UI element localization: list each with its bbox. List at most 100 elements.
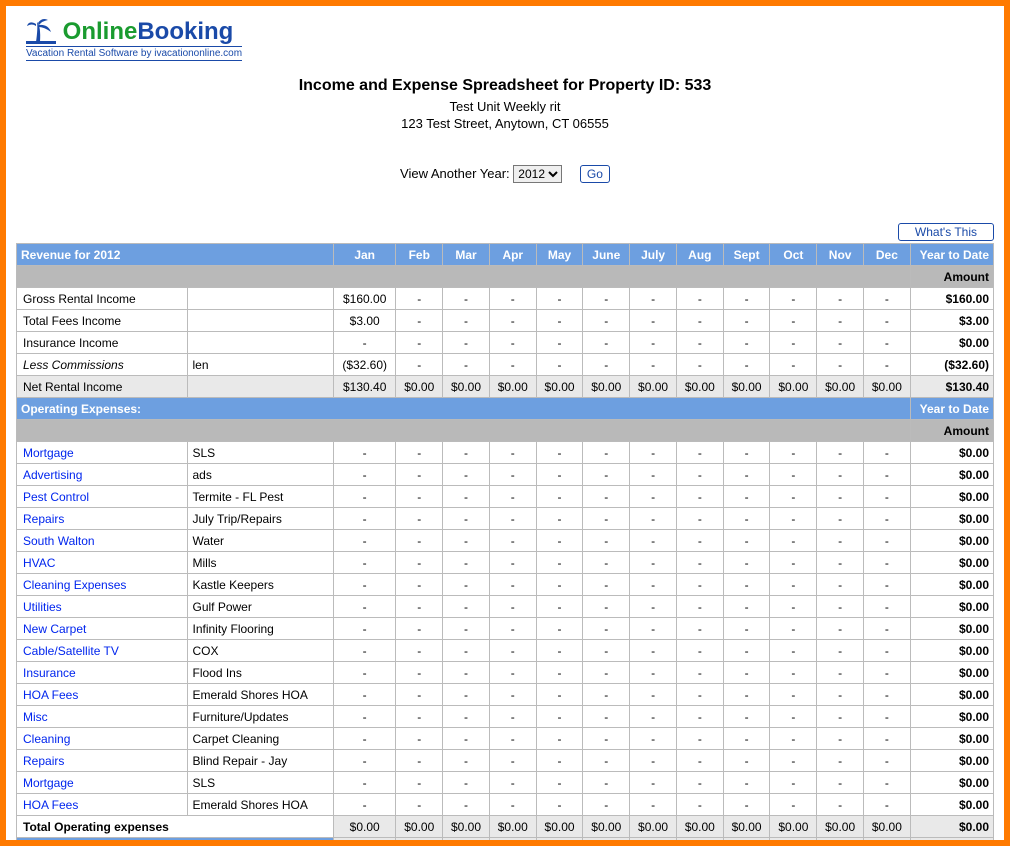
month-header: Nov bbox=[817, 244, 864, 266]
cell: $0.00 bbox=[630, 376, 677, 398]
expense-row-label[interactable]: Cleaning Expenses bbox=[17, 574, 188, 596]
cell: - bbox=[583, 332, 630, 354]
expense-row-label[interactable]: Mortgage bbox=[17, 442, 188, 464]
cell: - bbox=[676, 508, 723, 530]
cell: - bbox=[723, 552, 770, 574]
expense-row-label[interactable]: Cleaning bbox=[17, 728, 188, 750]
ytd-cell: $0.00 bbox=[910, 596, 993, 618]
cell: - bbox=[443, 618, 490, 640]
cell: - bbox=[536, 706, 583, 728]
ytd-cell: $0.00 bbox=[910, 442, 993, 464]
cell: - bbox=[770, 288, 817, 310]
expense-row: MortgageSLS------------$0.00 bbox=[17, 442, 994, 464]
expense-row-label[interactable]: South Walton bbox=[17, 530, 188, 552]
expense-row: Pest ControlTermite - FL Pest-----------… bbox=[17, 486, 994, 508]
logo-text-online: Online bbox=[63, 18, 138, 45]
cell: - bbox=[676, 486, 723, 508]
cell: - bbox=[583, 464, 630, 486]
cell: - bbox=[723, 772, 770, 794]
cell: - bbox=[676, 772, 723, 794]
month-header: Dec bbox=[864, 244, 911, 266]
cell: - bbox=[489, 640, 536, 662]
cell: $0.00 bbox=[630, 816, 677, 838]
month-header: Feb bbox=[396, 244, 443, 266]
expense-row-label[interactable]: HOA Fees bbox=[17, 794, 188, 816]
expense-row-label[interactable]: Cable/Satellite TV bbox=[17, 640, 188, 662]
cell: - bbox=[396, 596, 443, 618]
cell: - bbox=[676, 706, 723, 728]
cell: $0.00 bbox=[536, 376, 583, 398]
expense-row: MortgageSLS------------$0.00 bbox=[17, 772, 994, 794]
cell: - bbox=[536, 552, 583, 574]
cell: - bbox=[864, 530, 911, 552]
expense-row-label[interactable]: HVAC bbox=[17, 552, 188, 574]
cell: - bbox=[676, 310, 723, 332]
cell: - bbox=[334, 530, 396, 552]
cell: - bbox=[334, 508, 396, 530]
cell: - bbox=[396, 508, 443, 530]
cell: - bbox=[443, 530, 490, 552]
cell: - bbox=[489, 442, 536, 464]
cell: - bbox=[630, 464, 677, 486]
cell: - bbox=[676, 728, 723, 750]
expense-row-note: Termite - FL Pest bbox=[188, 486, 334, 508]
cell: - bbox=[770, 596, 817, 618]
expense-row-label[interactable]: Repairs bbox=[17, 750, 188, 772]
expense-row-label[interactable]: Mortgage bbox=[17, 772, 188, 794]
cell: - bbox=[583, 530, 630, 552]
cell: - bbox=[536, 684, 583, 706]
expense-row-note: ads bbox=[188, 464, 334, 486]
cell: - bbox=[630, 354, 677, 376]
cell: - bbox=[770, 618, 817, 640]
whats-this-button[interactable]: What's This bbox=[898, 223, 994, 241]
cell: - bbox=[676, 288, 723, 310]
expense-row-label[interactable]: Pest Control bbox=[17, 486, 188, 508]
revenue-row-note bbox=[188, 288, 334, 310]
cell: $0.00 bbox=[817, 816, 864, 838]
expense-row-label[interactable]: Insurance bbox=[17, 662, 188, 684]
cell: - bbox=[817, 552, 864, 574]
cell: - bbox=[536, 332, 583, 354]
cell: - bbox=[630, 486, 677, 508]
month-header: Apr bbox=[489, 244, 536, 266]
expense-row-note: Infinity Flooring bbox=[188, 618, 334, 640]
cell: - bbox=[443, 596, 490, 618]
cell: - bbox=[489, 332, 536, 354]
month-header: July bbox=[630, 244, 677, 266]
expense-row-label[interactable]: Advertising bbox=[17, 464, 188, 486]
cell: - bbox=[864, 794, 911, 816]
cell: - bbox=[396, 486, 443, 508]
cell: - bbox=[583, 772, 630, 794]
month-header: May bbox=[536, 244, 583, 266]
cell: - bbox=[723, 574, 770, 596]
cell: - bbox=[443, 794, 490, 816]
expense-row-label[interactable]: Misc bbox=[17, 706, 188, 728]
go-button[interactable]: Go bbox=[580, 165, 610, 183]
cell: - bbox=[536, 772, 583, 794]
expense-row-note: Water bbox=[188, 530, 334, 552]
cell: - bbox=[770, 706, 817, 728]
expense-row-label[interactable]: HOA Fees bbox=[17, 684, 188, 706]
cell: - bbox=[630, 508, 677, 530]
expense-row-note: COX bbox=[188, 640, 334, 662]
amount-header: Amount bbox=[910, 266, 993, 288]
year-select[interactable]: 2012 bbox=[513, 165, 562, 183]
expense-row-label[interactable]: New Carpet bbox=[17, 618, 188, 640]
year-selector-row: View Another Year: 2012 Go bbox=[16, 165, 994, 183]
cell: - bbox=[817, 772, 864, 794]
cell: $0.00 bbox=[676, 376, 723, 398]
expense-row: RepairsJuly Trip/Repairs------------$0.0… bbox=[17, 508, 994, 530]
unit-name: Test Unit Weekly rit bbox=[16, 99, 994, 114]
expense-row-label[interactable]: Repairs bbox=[17, 508, 188, 530]
expense-row-label[interactable]: Utilities bbox=[17, 596, 188, 618]
expense-row: InsuranceFlood Ins------------$0.00 bbox=[17, 662, 994, 684]
cell: - bbox=[723, 794, 770, 816]
cell: - bbox=[443, 464, 490, 486]
cell: - bbox=[676, 794, 723, 816]
cell: - bbox=[334, 442, 396, 464]
cell: - bbox=[489, 684, 536, 706]
cell: - bbox=[770, 310, 817, 332]
ytd-header: Year to Date bbox=[910, 244, 993, 266]
cell: - bbox=[583, 618, 630, 640]
cell: - bbox=[676, 442, 723, 464]
